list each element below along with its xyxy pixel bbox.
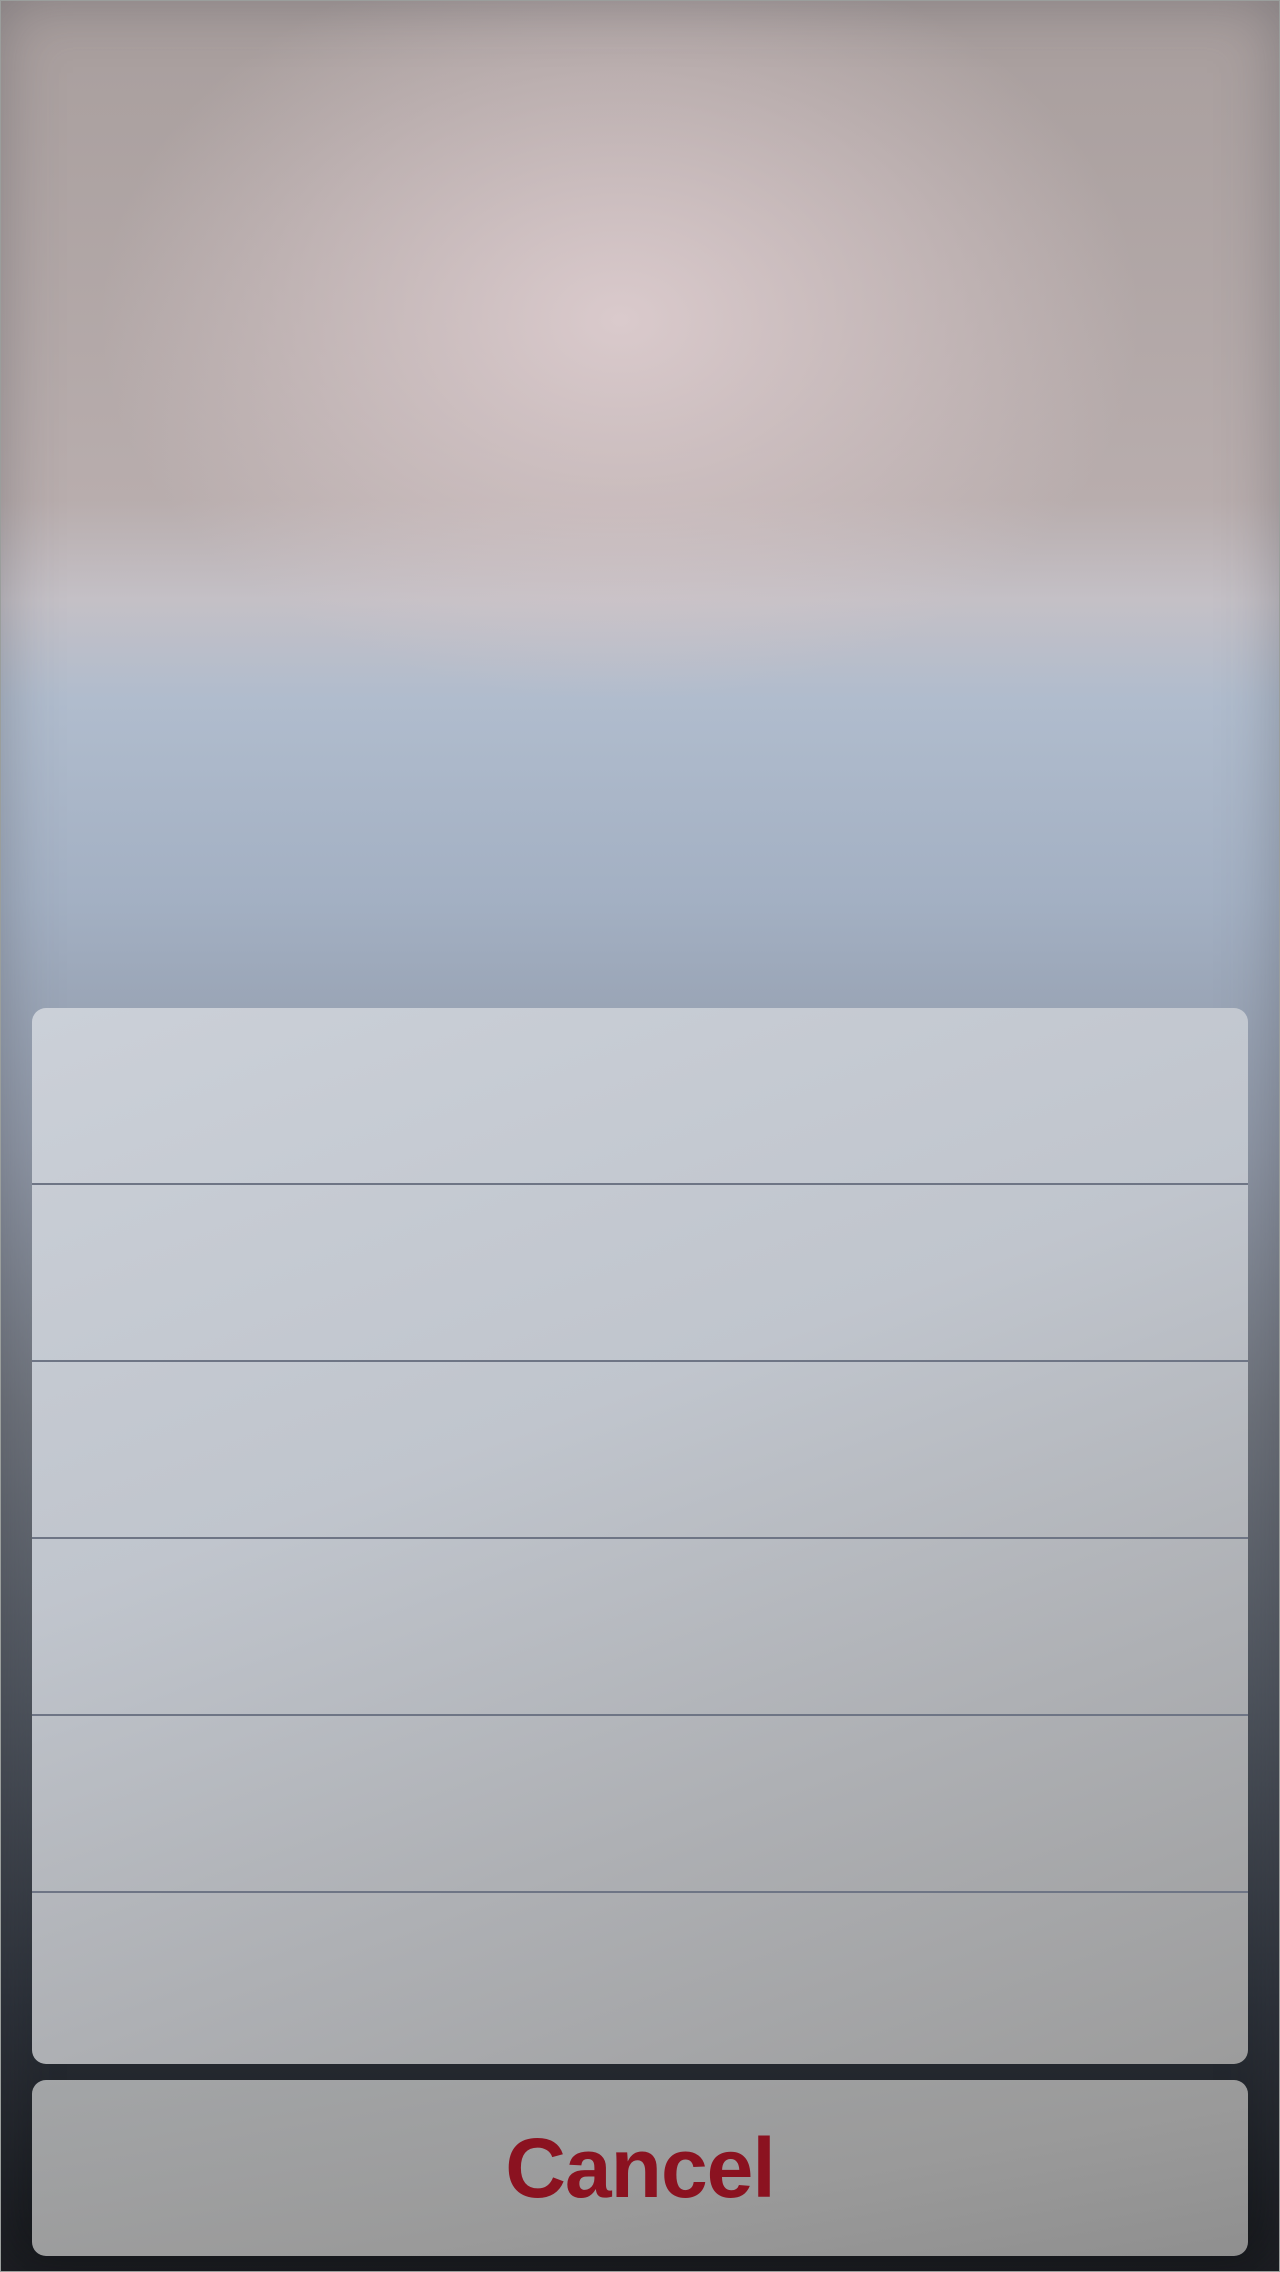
action-sheet-option[interactable]: [32, 1716, 1248, 1893]
cancel-button[interactable]: Cancel: [32, 2080, 1248, 2256]
action-sheet-option[interactable]: [32, 1185, 1248, 1362]
cancel-label: Cancel: [505, 2120, 775, 2215]
action-sheet-option[interactable]: [32, 1008, 1248, 1185]
action-sheet-option[interactable]: [32, 1539, 1248, 1716]
action-sheet: [32, 1008, 1248, 2064]
action-sheet-option[interactable]: [32, 1362, 1248, 1539]
action-sheet-option[interactable]: [32, 1893, 1248, 2064]
